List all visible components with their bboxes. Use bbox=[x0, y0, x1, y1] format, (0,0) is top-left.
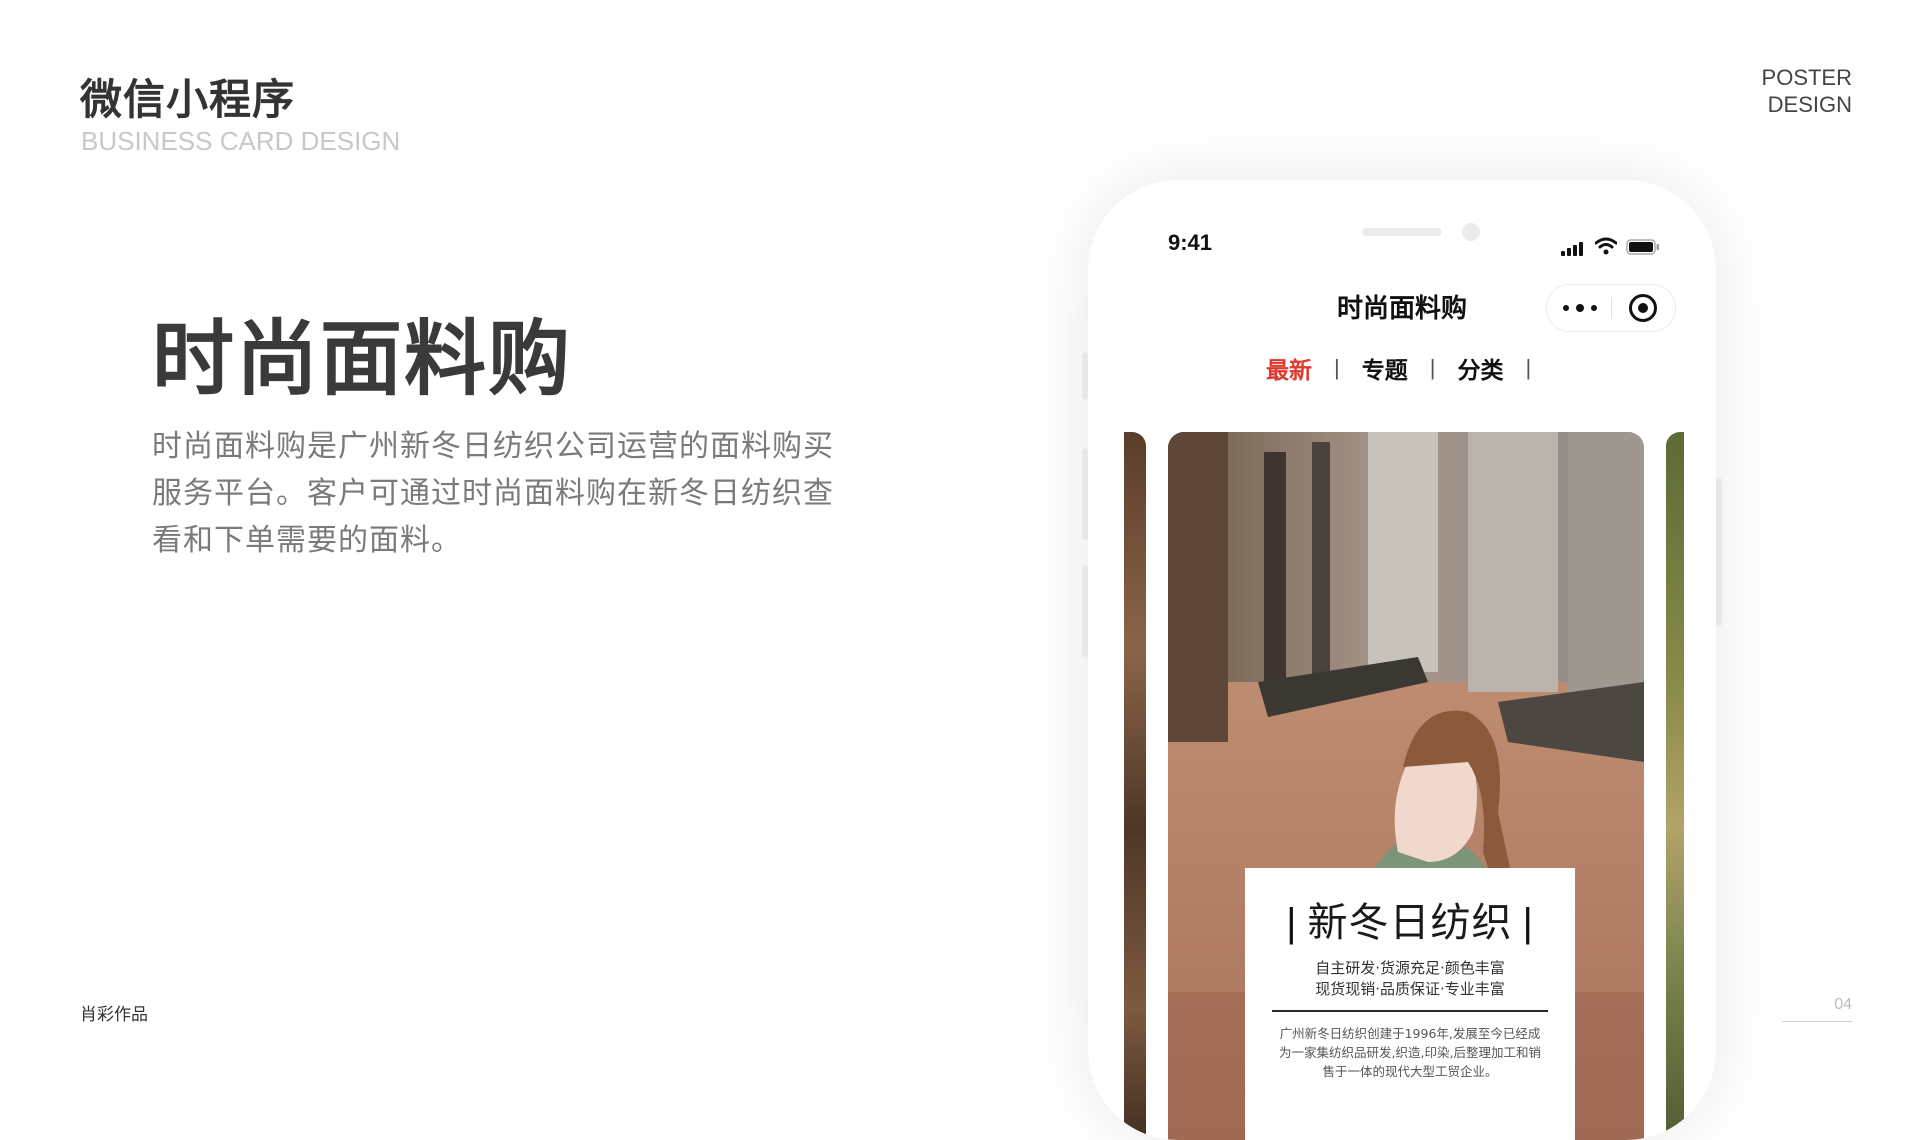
poster-body: 广州新冬日纺织创建于1996年,发展至今已经成 为一家集纺织品研发,织造,印染,… bbox=[1245, 1024, 1575, 1081]
poster-divider bbox=[1272, 1010, 1548, 1012]
miniprogram-capsule bbox=[1546, 284, 1676, 332]
close-icon[interactable] bbox=[1629, 294, 1657, 322]
poster-body-line2: 为一家集纺织品研发,织造,印染,后整理加工和销 bbox=[1279, 1045, 1541, 1060]
phone-camera bbox=[1462, 223, 1480, 241]
poster-tagline-line1: 自主研发·货源充足·颜色丰富 bbox=[1315, 959, 1505, 977]
author-credit: 肖彩作品 bbox=[80, 1005, 148, 1025]
page-title: 微信小程序 bbox=[80, 75, 296, 124]
hero-title: 时尚面料购 bbox=[152, 312, 573, 407]
tab-separator: | bbox=[1525, 355, 1532, 380]
more-icon[interactable] bbox=[1563, 299, 1597, 317]
page-number-underline bbox=[1782, 1021, 1852, 1022]
poster-title-bar-left: | bbox=[1286, 901, 1298, 945]
page-number: 04 bbox=[1834, 996, 1852, 1013]
poster-info-panel: | 新冬日纺织 | 自主研发·货源充足·颜色丰富 现货现销·品质保证·专业丰富 广州… bbox=[1245, 868, 1575, 1140]
corner-label-line2: DESIGN bbox=[1767, 92, 1852, 117]
tab-latest[interactable]: 最新 bbox=[1244, 351, 1334, 385]
poster-title: | 新冬日纺织 | bbox=[1245, 890, 1575, 948]
corner-label-line1: POSTER bbox=[1761, 65, 1852, 90]
status-bar-time: 9:41 bbox=[1168, 230, 1213, 255]
tab-topics[interactable]: 专题 bbox=[1340, 351, 1430, 385]
tab-categories[interactable]: 分类 bbox=[1435, 351, 1525, 385]
phone-mockup: 9:41 时尚面料购 最新 | 专题 | 分类 | | 新冬日纺织 | 自主研发… bbox=[1088, 180, 1716, 1140]
poster-body-line3: 售于一体的现代大型工贸企业。 bbox=[1322, 1064, 1498, 1079]
page-subtitle: BUSINESS CARD DESIGN bbox=[81, 126, 401, 156]
phone-power-button bbox=[1716, 478, 1722, 626]
carousel-next-card[interactable] bbox=[1666, 432, 1684, 1140]
signal-icon bbox=[1561, 240, 1587, 256]
category-tabs: 最新 | 专题 | 分类 | bbox=[1244, 348, 1531, 388]
battery-icon bbox=[1626, 239, 1659, 255]
poster-body-line1: 广州新冬日纺织创建于1996年,发展至今已经成 bbox=[1279, 1026, 1541, 1041]
wifi-icon bbox=[1595, 237, 1617, 255]
hero-description: 时尚面料购是广州新冬日纺织公司运营的面料购买服务平台。客户可通过时尚面料购在新冬… bbox=[152, 429, 834, 558]
phone-speaker bbox=[1362, 228, 1442, 236]
corner-label: POSTER DESIGN bbox=[1762, 64, 1852, 118]
poster-card[interactable]: | 新冬日纺织 | 自主研发·货源充足·颜色丰富 现货现销·品质保证·专业丰富 广州… bbox=[1168, 432, 1644, 1140]
capsule-divider bbox=[1611, 297, 1612, 319]
poster-title-bar-right: | bbox=[1522, 901, 1534, 945]
poster-title-text: 新冬日纺织 bbox=[1307, 900, 1513, 946]
poster-tagline: 自主研发·货源充足·颜色丰富 现货现销·品质保证·专业丰富 bbox=[1245, 958, 1575, 1000]
poster-tagline-line2: 现货现销·品质保证·专业丰富 bbox=[1315, 980, 1505, 998]
carousel-prev-card[interactable] bbox=[1124, 432, 1146, 1140]
